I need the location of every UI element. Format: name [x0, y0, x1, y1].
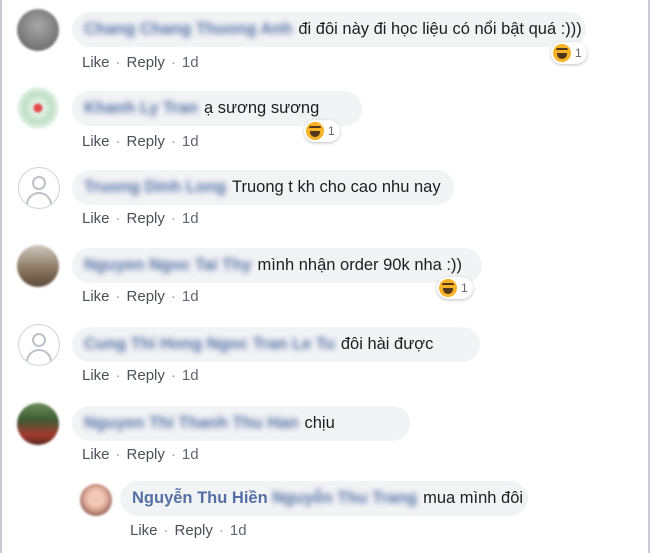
- comment-actions: Like · Reply · 1d: [82, 367, 199, 384]
- commenter-name[interactable]: Khanh Ly Tran: [84, 99, 198, 118]
- comment-actions: Like · Reply · 1d: [82, 288, 199, 305]
- like-button[interactable]: Like: [82, 367, 110, 384]
- commenter-name[interactable]: Nguyen Thi Thanh Thu Han: [84, 414, 298, 433]
- comment-actions: Like · Reply · 1d: [82, 446, 199, 463]
- timestamp[interactable]: 1d: [182, 133, 199, 150]
- comment-text: chịu: [304, 414, 335, 432]
- timestamp[interactable]: 1d: [182, 367, 199, 384]
- like-button[interactable]: Like: [82, 210, 110, 227]
- haha-icon: [439, 279, 457, 297]
- avatar[interactable]: [17, 87, 59, 129]
- reply-button[interactable]: Reply: [127, 367, 165, 384]
- comment: Chang Chang Thuong Anh đi đôi này đi học…: [0, 0, 650, 80]
- comment-bubble: Nguyen Ngoc Tai Thy mình nhận order 90k …: [72, 248, 482, 283]
- avatar[interactable]: [80, 484, 112, 516]
- comment-bubble: Cung Thi Hong Ngoc Tran Le Tu đôi hài đư…: [72, 327, 480, 362]
- like-button[interactable]: Like: [82, 54, 110, 71]
- reply-button[interactable]: Reply: [127, 288, 165, 305]
- comment-text: đôi hài được: [340, 335, 434, 353]
- comment-text: mình nhận order 90k nha :)): [257, 256, 463, 274]
- comment-actions: Like · Reply · 1d: [82, 133, 199, 150]
- timestamp[interactable]: 1d: [230, 522, 247, 539]
- reply-button[interactable]: Reply: [127, 133, 165, 150]
- reaction-count[interactable]: 1: [437, 277, 473, 299]
- like-button[interactable]: Like: [82, 446, 110, 463]
- timestamp[interactable]: 1d: [182, 446, 199, 463]
- like-button[interactable]: Like: [130, 522, 158, 539]
- reply-button[interactable]: Reply: [127, 54, 165, 71]
- haha-icon: [306, 122, 324, 140]
- reply-button[interactable]: Reply: [127, 210, 165, 227]
- comment-actions: Like · Reply · 1d: [82, 54, 199, 71]
- like-button[interactable]: Like: [82, 133, 110, 150]
- comment-bubble: Nguyễn Thu Hiền Nguyễn Thu Trang mua mìn…: [120, 481, 528, 516]
- reply-button[interactable]: Reply: [127, 446, 165, 463]
- timestamp[interactable]: 1d: [182, 54, 199, 71]
- comment-text: mua mình đôi: [423, 489, 524, 507]
- comment-bubble: Truong Dinh Long Truong t kh cho cao nhu…: [72, 170, 454, 205]
- reply-button[interactable]: Reply: [175, 522, 213, 539]
- commenter-name[interactable]: Cung Thi Hong Ngoc Tran Le Tu: [84, 335, 335, 354]
- comment: Nguyen Thi Thanh Thu Han chịu Like · Rep…: [0, 394, 650, 474]
- like-button[interactable]: Like: [82, 288, 110, 305]
- reply-comment: Nguyễn Thu Hiền Nguyễn Thu Trang mua mìn…: [0, 472, 650, 553]
- avatar[interactable]: [18, 324, 60, 366]
- timestamp[interactable]: 1d: [182, 288, 199, 305]
- comment-bubble: Nguyen Thi Thanh Thu Han chịu: [72, 406, 410, 441]
- comment-actions: Like · Reply · 1d: [130, 522, 247, 539]
- avatar[interactable]: [18, 167, 60, 209]
- comment-text: ạ sương sương: [204, 99, 320, 117]
- commenter-name[interactable]: Chang Chang Thuong Anh: [84, 20, 292, 39]
- avatar[interactable]: [17, 403, 59, 445]
- comment: Khanh Ly Tran ạ sương sương 1 Like · Rep…: [0, 79, 650, 159]
- haha-icon: [553, 44, 571, 62]
- comment-actions: Like · Reply · 1d: [82, 210, 199, 227]
- reaction-count[interactable]: 1: [551, 42, 587, 64]
- timestamp[interactable]: 1d: [182, 210, 199, 227]
- commenter-name[interactable]: Truong Dinh Long: [84, 178, 226, 197]
- commenter-name[interactable]: Nguyễn Thu Hiền Nguyễn Thu Trang: [132, 489, 417, 508]
- comment: Nguyen Ngoc Tai Thy mình nhận order 90k …: [0, 236, 650, 316]
- reaction-count[interactable]: 1: [304, 120, 340, 142]
- comment: Truong Dinh Long Truong t kh cho cao nhu…: [0, 158, 650, 238]
- comment: Cung Thi Hong Ngoc Tran Le Tu đôi hài đư…: [0, 315, 650, 395]
- comment-text: Truong t kh cho cao nhu nay: [232, 178, 441, 196]
- avatar[interactable]: [17, 9, 59, 51]
- comment-text: đi đôi này đi học liệu có nổi bật quá :)…: [298, 20, 582, 38]
- commenter-name[interactable]: Nguyen Ngoc Tai Thy: [84, 256, 251, 275]
- comment-bubble: Chang Chang Thuong Anh đi đôi này đi học…: [72, 12, 586, 47]
- avatar[interactable]: [17, 245, 59, 287]
